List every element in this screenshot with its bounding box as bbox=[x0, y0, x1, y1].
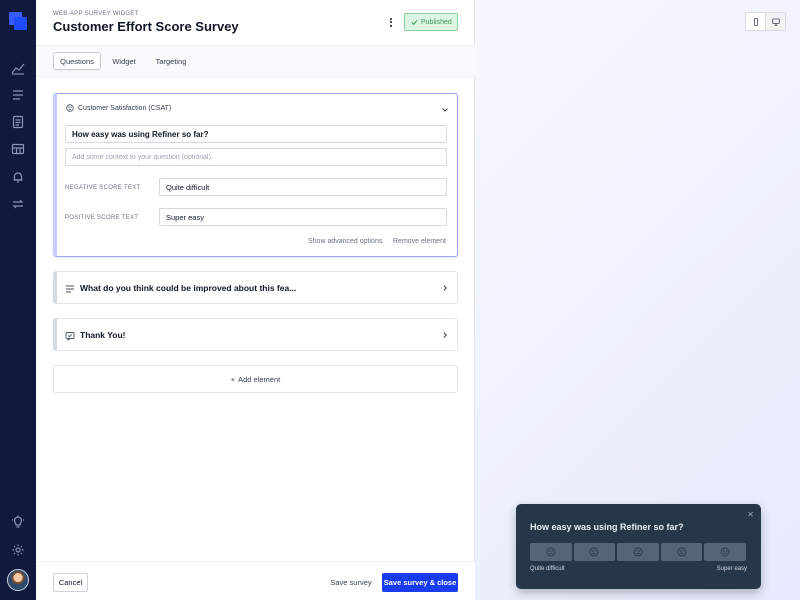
check-icon bbox=[411, 19, 418, 25]
neutral-face-icon bbox=[633, 547, 643, 557]
rating-option-5[interactable] bbox=[704, 543, 746, 561]
page-kicker: WEB-APP SURVEY WIDGET bbox=[53, 11, 139, 17]
positive-score-input[interactable]: Super easy bbox=[159, 208, 447, 226]
preview-area: ✕ How easy was using Refiner so far? Qui… bbox=[475, 0, 800, 600]
very-happy-face-icon bbox=[720, 547, 730, 557]
happy-face-icon bbox=[677, 547, 687, 557]
remove-element-link[interactable]: Remove element bbox=[393, 238, 446, 245]
logo-icon[interactable] bbox=[9, 12, 27, 30]
add-element-button[interactable]: + Add element bbox=[53, 365, 458, 393]
bell-icon[interactable] bbox=[11, 170, 25, 184]
tab-questions[interactable]: Questions bbox=[53, 52, 101, 70]
chevron-right-icon[interactable] bbox=[441, 284, 449, 292]
analytics-icon[interactable] bbox=[11, 61, 25, 75]
element-card-thank-you[interactable]: Thank You! bbox=[53, 318, 458, 351]
survey-editor: WEB-APP SURVEY WIDGET Customer Effort Sc… bbox=[36, 0, 475, 600]
rating-option-4[interactable] bbox=[660, 543, 703, 561]
add-element-label: Add element bbox=[238, 374, 281, 384]
negative-score-input[interactable]: Quite difficult bbox=[159, 178, 447, 196]
cancel-button[interactable]: Cancel bbox=[53, 573, 88, 592]
app-sidebar bbox=[0, 0, 36, 600]
document-icon[interactable] bbox=[11, 115, 25, 129]
csat-header[interactable]: Customer Satisfaction (CSAT) bbox=[66, 104, 171, 112]
page-title: Customer Effort Score Survey bbox=[53, 19, 239, 34]
table-icon[interactable] bbox=[11, 142, 25, 156]
editor-footer: Cancel Save survey Save survey & close bbox=[36, 561, 475, 600]
desktop-view-button[interactable] bbox=[765, 13, 785, 30]
rating-option-3[interactable] bbox=[617, 543, 659, 561]
device-toggle bbox=[745, 12, 786, 31]
context-input[interactable]: Add some context to your question (optio… bbox=[65, 148, 447, 166]
gear-icon[interactable] bbox=[11, 543, 25, 557]
rating-option-2[interactable] bbox=[573, 543, 616, 561]
widget-question: How easy was using Refiner so far? bbox=[530, 522, 684, 532]
tab-widget[interactable]: Widget bbox=[108, 52, 140, 70]
published-status-button[interactable]: Published bbox=[404, 13, 458, 31]
text-lines-icon bbox=[66, 285, 74, 293]
smiley-icon bbox=[66, 104, 74, 112]
show-advanced-options-link[interactable]: Show advanced options bbox=[308, 238, 382, 245]
csat-element-card: Customer Satisfaction (CSAT) How easy wa… bbox=[53, 93, 458, 257]
csat-type-label: Customer Satisfaction (CSAT) bbox=[78, 104, 172, 112]
list-icon[interactable] bbox=[11, 88, 25, 102]
positive-score-label: POSITIVE SCORE TEXT bbox=[65, 215, 139, 221]
element-title: What do you think could be improved abou… bbox=[80, 283, 297, 293]
lightbulb-icon[interactable] bbox=[11, 515, 25, 529]
user-avatar[interactable] bbox=[7, 569, 29, 591]
message-icon bbox=[65, 332, 75, 341]
element-title: Thank You! bbox=[80, 330, 126, 340]
scale-low-label: Quite difficult bbox=[530, 566, 565, 572]
save-and-close-button[interactable]: Save survey & close bbox=[382, 573, 458, 592]
rating-scale bbox=[530, 543, 746, 561]
rating-option-1[interactable] bbox=[530, 543, 572, 561]
negative-score-label: NEGATIVE SCORE TEXT bbox=[65, 185, 141, 191]
phone-icon bbox=[753, 17, 758, 26]
editor-tabs: Questions Widget Targeting bbox=[36, 45, 475, 77]
chevron-down-icon[interactable] bbox=[441, 106, 449, 114]
close-icon[interactable]: ✕ bbox=[747, 510, 754, 519]
element-card-improve[interactable]: What do you think could be improved abou… bbox=[53, 271, 458, 304]
chevron-right-icon[interactable] bbox=[441, 331, 449, 339]
very-sad-face-icon bbox=[546, 547, 556, 557]
monitor-icon bbox=[772, 18, 780, 26]
more-options-icon[interactable] bbox=[386, 16, 396, 30]
question-input[interactable]: How easy was using Refiner so far? bbox=[65, 125, 447, 143]
sync-icon[interactable] bbox=[11, 197, 25, 211]
survey-widget-preview: ✕ How easy was using Refiner so far? Qui… bbox=[516, 504, 761, 589]
save-survey-button[interactable]: Save survey bbox=[328, 573, 374, 592]
sad-face-icon bbox=[589, 547, 599, 557]
tab-targeting[interactable]: Targeting bbox=[150, 52, 192, 70]
mobile-view-button[interactable] bbox=[746, 13, 765, 30]
scale-high-label: Super easy bbox=[716, 566, 747, 572]
plus-icon: + bbox=[230, 374, 236, 384]
status-label: Published bbox=[421, 18, 452, 26]
